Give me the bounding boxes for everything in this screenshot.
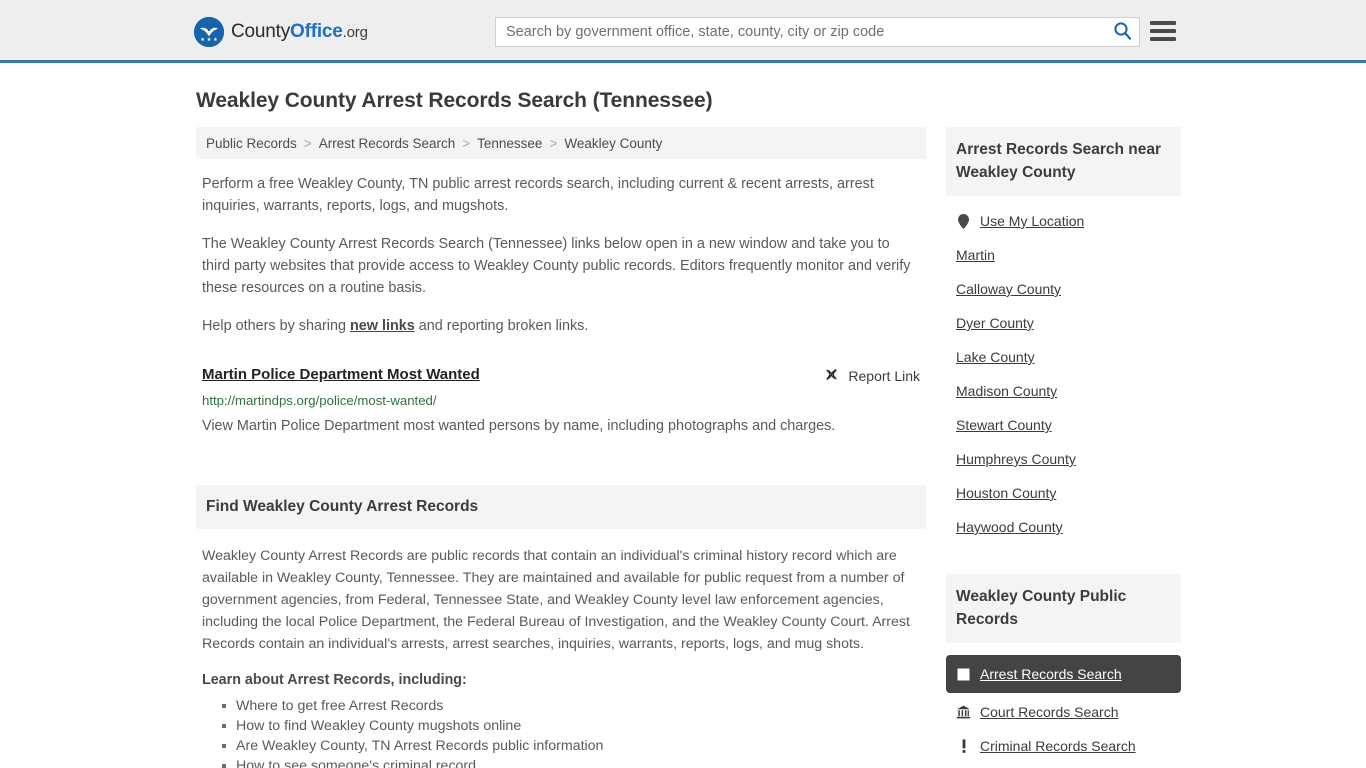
result-description: View Martin Police Department most wante… bbox=[202, 418, 836, 434]
hamburger-menu-icon[interactable] bbox=[1150, 20, 1176, 42]
share-text-after: and reporting broken links. bbox=[414, 318, 589, 334]
sidebar-item-houston-county[interactable]: Houston County bbox=[946, 476, 1181, 510]
result-title-link[interactable]: Martin Police Department Most Wanted bbox=[202, 365, 480, 385]
nearby-records-panel: Arrest Records Search near Weakley Count… bbox=[946, 127, 1181, 544]
sidebar-item-criminal-records-search[interactable]: Criminal Records Search bbox=[946, 729, 1181, 763]
list-item: Are Weakley County, TN Arrest Records pu… bbox=[222, 736, 920, 756]
search-input[interactable] bbox=[496, 18, 1105, 46]
report-link-button[interactable]: Report Link bbox=[823, 365, 920, 386]
public-records-heading: Weakley County Public Records bbox=[946, 574, 1181, 643]
report-link-label: Report Link bbox=[848, 368, 920, 384]
sidebar: Arrest Records Search near Weakley Count… bbox=[946, 127, 1181, 768]
find-records-body: Weakley County Arrest Records are public… bbox=[196, 529, 926, 768]
logo-office: Office bbox=[290, 21, 343, 42]
sidebar-item-label: Madison County bbox=[956, 383, 1058, 399]
exclamation-icon bbox=[956, 739, 971, 753]
sidebar-item-dyer-county[interactable]: Dyer County bbox=[946, 306, 1181, 340]
find-records-heading: Find Weakley County Arrest Records bbox=[196, 485, 926, 529]
search-button[interactable] bbox=[1105, 18, 1139, 46]
breadcrumb-separator: > bbox=[303, 135, 312, 151]
sidebar-item-calloway-county[interactable]: Calloway County bbox=[946, 272, 1181, 306]
result-entry: Martin Police Department Most Wanted Rep… bbox=[196, 353, 926, 437]
nearby-records-list: Use My Location Martin Calloway County D… bbox=[946, 196, 1181, 544]
sidebar-item-label: Arrest Records Search bbox=[980, 666, 1122, 682]
breadcrumb-item-tennessee[interactable]: Tennessee bbox=[477, 136, 542, 151]
logo-wordmark: CountyOffice.org bbox=[231, 21, 368, 43]
sidebar-item-madison-county[interactable]: Madison County bbox=[946, 374, 1181, 408]
logo-org: .org bbox=[342, 24, 368, 41]
result-url[interactable]: http://martindps.org/police/most-wanted/ bbox=[202, 392, 920, 410]
breadcrumb-item-arrest-records-search[interactable]: Arrest Records Search bbox=[319, 136, 456, 151]
page-body: Weakley County Arrest Records Search (Te… bbox=[0, 89, 1366, 768]
courthouse-icon bbox=[956, 705, 971, 719]
sidebar-item-label: Humphreys County bbox=[956, 451, 1076, 467]
search-bar bbox=[495, 17, 1140, 47]
sidebar-item-haywood-county[interactable]: Haywood County bbox=[946, 510, 1181, 544]
sidebar-item-arrest-records-search[interactable]: Arrest Records Search bbox=[946, 655, 1181, 693]
list-item: Where to get free Arrest Records bbox=[222, 696, 920, 716]
main-content: Public Records > Arrest Records Search >… bbox=[196, 127, 926, 768]
sidebar-item-label: Dyer County bbox=[956, 315, 1034, 331]
sidebar-item-court-records-search[interactable]: Court Records Search bbox=[946, 695, 1181, 729]
sidebar-item-humphreys-county[interactable]: Humphreys County bbox=[946, 442, 1181, 476]
sidebar-item-label: Stewart County bbox=[956, 417, 1052, 433]
breadcrumb-separator: > bbox=[462, 135, 471, 151]
sidebar-item-label: Lake County bbox=[956, 349, 1035, 365]
sidebar-item-label: Houston County bbox=[956, 485, 1057, 501]
new-links-link[interactable]: new links bbox=[350, 318, 415, 334]
page-title: Weakley County Arrest Records Search (Te… bbox=[196, 89, 713, 112]
intro-paragraph-1: Perform a free Weakley County, TN public… bbox=[202, 176, 874, 214]
sidebar-item-driving-records-search[interactable]: Driving Records Search bbox=[946, 763, 1181, 768]
site-header: CountyOffice.org bbox=[0, 0, 1366, 63]
breadcrumb-item-weakley-county[interactable]: Weakley County bbox=[564, 136, 662, 151]
sidebar-item-stewart-county[interactable]: Stewart County bbox=[946, 408, 1181, 442]
public-records-list: Arrest Records Search Court Records Sear… bbox=[946, 643, 1181, 768]
sidebar-item-label: Calloway County bbox=[956, 281, 1062, 297]
sidebar-item-label: Martin bbox=[956, 247, 995, 263]
search-icon bbox=[1113, 21, 1132, 43]
logo-county: County bbox=[231, 21, 291, 42]
sidebar-item-lake-county[interactable]: Lake County bbox=[946, 340, 1181, 374]
breadcrumb-item-public-records[interactable]: Public Records bbox=[206, 136, 297, 151]
breadcrumb: Public Records > Arrest Records Search >… bbox=[196, 127, 926, 159]
site-logo[interactable]: CountyOffice.org bbox=[194, 17, 368, 47]
eagle-seal-icon bbox=[194, 17, 224, 47]
breadcrumb-separator: > bbox=[549, 135, 558, 151]
sidebar-item-label: Use My Location bbox=[980, 213, 1085, 229]
share-paragraph: Help others by sharing new links and rep… bbox=[196, 315, 926, 337]
find-records-paragraph: Weakley County Arrest Records are public… bbox=[202, 548, 910, 652]
id-card-icon bbox=[956, 668, 971, 681]
public-records-panel: Weakley County Public Records Arrest Rec… bbox=[946, 574, 1181, 768]
sidebar-item-label: Haywood County bbox=[956, 519, 1063, 535]
sidebar-item-martin[interactable]: Martin bbox=[946, 238, 1181, 272]
list-item: How to see someone's criminal record bbox=[222, 756, 920, 768]
broken-link-icon bbox=[823, 366, 840, 386]
map-pin-icon bbox=[956, 213, 971, 229]
nearby-records-heading: Arrest Records Search near Weakley Count… bbox=[946, 127, 1181, 196]
sidebar-item-use-my-location[interactable]: Use My Location bbox=[946, 204, 1181, 238]
sidebar-item-label: Court Records Search bbox=[980, 704, 1119, 720]
share-text-before: Help others by sharing bbox=[202, 318, 350, 334]
list-item: How to find Weakley County mugshots onli… bbox=[222, 716, 920, 736]
learn-about-list: Where to get free Arrest Records How to … bbox=[202, 696, 920, 768]
intro-paragraph-2: The Weakley County Arrest Records Search… bbox=[202, 236, 911, 296]
sidebar-item-label: Criminal Records Search bbox=[980, 738, 1136, 754]
learn-about-heading: Learn about Arrest Records, including: bbox=[202, 672, 467, 688]
